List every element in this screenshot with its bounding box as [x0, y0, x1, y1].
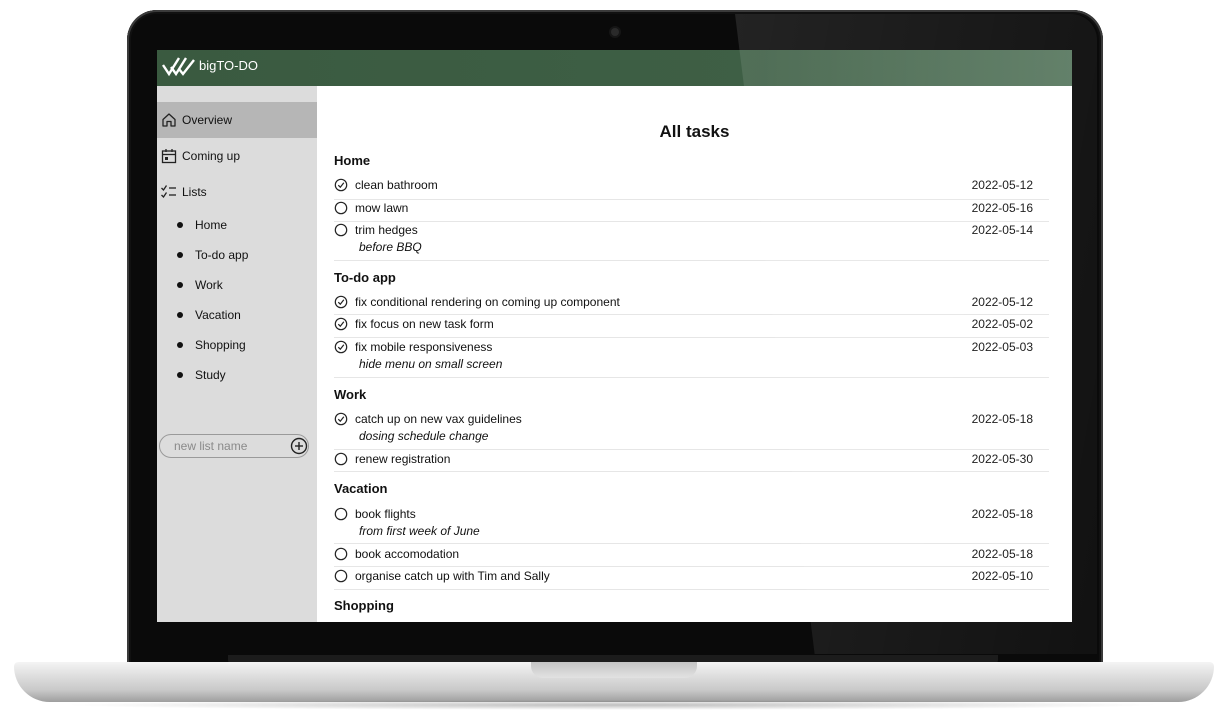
- task-name: fix focus on new task form: [355, 317, 494, 331]
- sidebar: Overview Coming up Lists Home To-do app …: [157, 86, 317, 622]
- check-empty-icon[interactable]: [334, 547, 348, 561]
- task-date: 2022-05-02: [971, 317, 1033, 331]
- check-done-icon[interactable]: [334, 295, 348, 309]
- bullet-icon: [177, 222, 183, 228]
- list-label: Home: [195, 218, 228, 232]
- task-row: clean bathroom 2022-05-12: [334, 178, 1049, 200]
- list-label: Shopping: [195, 338, 246, 352]
- list-item-home[interactable]: Home: [157, 214, 317, 236]
- list-label: Vacation: [195, 308, 241, 322]
- task-date: 2022-05-12: [971, 178, 1033, 192]
- checklist-icon: [161, 185, 176, 199]
- list-item-todo-app[interactable]: To-do app: [157, 244, 317, 266]
- task-date: 2022-05-18: [971, 547, 1033, 561]
- app-header: bigTO-DO: [157, 50, 1072, 86]
- check-empty-icon[interactable]: [334, 223, 348, 237]
- list-label: Study: [195, 368, 226, 382]
- task-row: fix mobile responsiveness 2022-05-03 hid…: [334, 340, 1049, 378]
- laptop-shadow: [60, 700, 1164, 710]
- task-row: renew registration 2022-05-30: [334, 452, 1049, 472]
- task-name: organise catch up with Tim and Sally: [355, 569, 550, 583]
- task-date: 2022-05-30: [971, 452, 1033, 466]
- task-date: 2022-05-18: [971, 412, 1033, 426]
- app-title: bigTO-DO: [199, 58, 258, 73]
- task-row: trim hedges 2022-05-14 before BBQ: [334, 223, 1049, 261]
- home-icon: [162, 113, 176, 127]
- list-item-vacation[interactable]: Vacation: [157, 304, 317, 326]
- task-name: fix mobile responsiveness: [355, 340, 493, 354]
- list-item-study[interactable]: Study: [157, 364, 317, 386]
- calendar-icon: [161, 149, 177, 164]
- check-empty-icon[interactable]: [334, 507, 348, 521]
- list-item-work[interactable]: Work: [157, 274, 317, 296]
- add-circle-icon[interactable]: [290, 437, 308, 455]
- group-title-todo-app: To-do app: [334, 270, 396, 285]
- task-name: book accomodation: [355, 547, 460, 561]
- task-date: 2022-05-10: [971, 569, 1033, 583]
- check-empty-icon[interactable]: [334, 569, 348, 583]
- laptop-notch: [531, 662, 697, 678]
- nav-coming-up[interactable]: Coming up: [157, 138, 317, 174]
- task-row: book accomodation 2022-05-18: [334, 547, 1049, 567]
- task-row: fix focus on new task form 2022-05-02: [334, 317, 1049, 338]
- task-date: 2022-05-18: [971, 507, 1033, 521]
- nav-label-lists: Lists: [182, 185, 207, 199]
- task-name: mow lawn: [355, 201, 409, 215]
- list-label: To-do app: [195, 248, 249, 262]
- check-done-icon[interactable]: [334, 412, 348, 426]
- group-title-work: Work: [334, 387, 367, 402]
- nav-label-coming-up: Coming up: [182, 149, 241, 163]
- list-item-shopping[interactable]: Shopping: [157, 334, 317, 356]
- task-row: catch up on new vax guidelines 2022-05-1…: [334, 412, 1049, 450]
- nav-overview[interactable]: Overview: [157, 102, 317, 138]
- task-date: 2022-05-03: [971, 340, 1033, 354]
- task-name: fix conditional rendering on coming up c…: [355, 295, 620, 309]
- check-done-icon[interactable]: [334, 178, 348, 192]
- group-title-home: Home: [334, 153, 371, 168]
- webcam: [611, 28, 619, 36]
- list-label: Work: [195, 278, 223, 292]
- task-row: organise catch up with Tim and Sally 202…: [334, 569, 1049, 590]
- task-row: mow lawn 2022-05-16: [334, 201, 1049, 222]
- task-note: hide menu on small screen: [359, 357, 503, 371]
- task-name: catch up on new vax guidelines: [355, 412, 522, 426]
- task-name: renew registration: [355, 452, 451, 466]
- app-screen: bigTO-DO Overview Coming up Lists Home T…: [157, 50, 1072, 622]
- task-date: 2022-05-16: [971, 201, 1033, 215]
- check-empty-icon[interactable]: [334, 452, 348, 466]
- group-title-shopping: Shopping: [334, 598, 394, 613]
- task-note: from first week of June: [359, 524, 480, 538]
- bullet-icon: [177, 252, 183, 258]
- new-list-form: [159, 434, 309, 458]
- task-note: before BBQ: [359, 240, 422, 254]
- double-check-logo-icon: [162, 57, 195, 77]
- new-list-input[interactable]: [172, 437, 286, 455]
- task-date: 2022-05-12: [971, 295, 1033, 309]
- bullet-icon: [177, 342, 183, 348]
- bullet-icon: [177, 372, 183, 378]
- page-title: All tasks: [659, 122, 730, 141]
- task-name: clean bathroom: [355, 178, 438, 192]
- task-row: fix conditional rendering on coming up c…: [334, 295, 1049, 315]
- task-name: book flights: [355, 507, 416, 521]
- nav-label-overview: Overview: [182, 113, 233, 127]
- task-row: book flights 2022-05-18 from first week …: [334, 507, 1049, 544]
- task-name: trim hedges: [355, 223, 418, 237]
- check-done-icon[interactable]: [334, 317, 348, 331]
- task-overview: All tasks Home clean bathroom 2022-05-12…: [317, 86, 1072, 622]
- bullet-icon: [177, 312, 183, 318]
- group-title-vacation: Vacation: [334, 481, 388, 496]
- bullet-icon: [177, 282, 183, 288]
- task-note: dosing schedule change: [359, 429, 489, 443]
- check-empty-icon[interactable]: [334, 201, 348, 215]
- nav-lists[interactable]: Lists: [157, 174, 317, 210]
- task-date: 2022-05-14: [971, 223, 1033, 237]
- check-done-icon[interactable]: [334, 340, 348, 354]
